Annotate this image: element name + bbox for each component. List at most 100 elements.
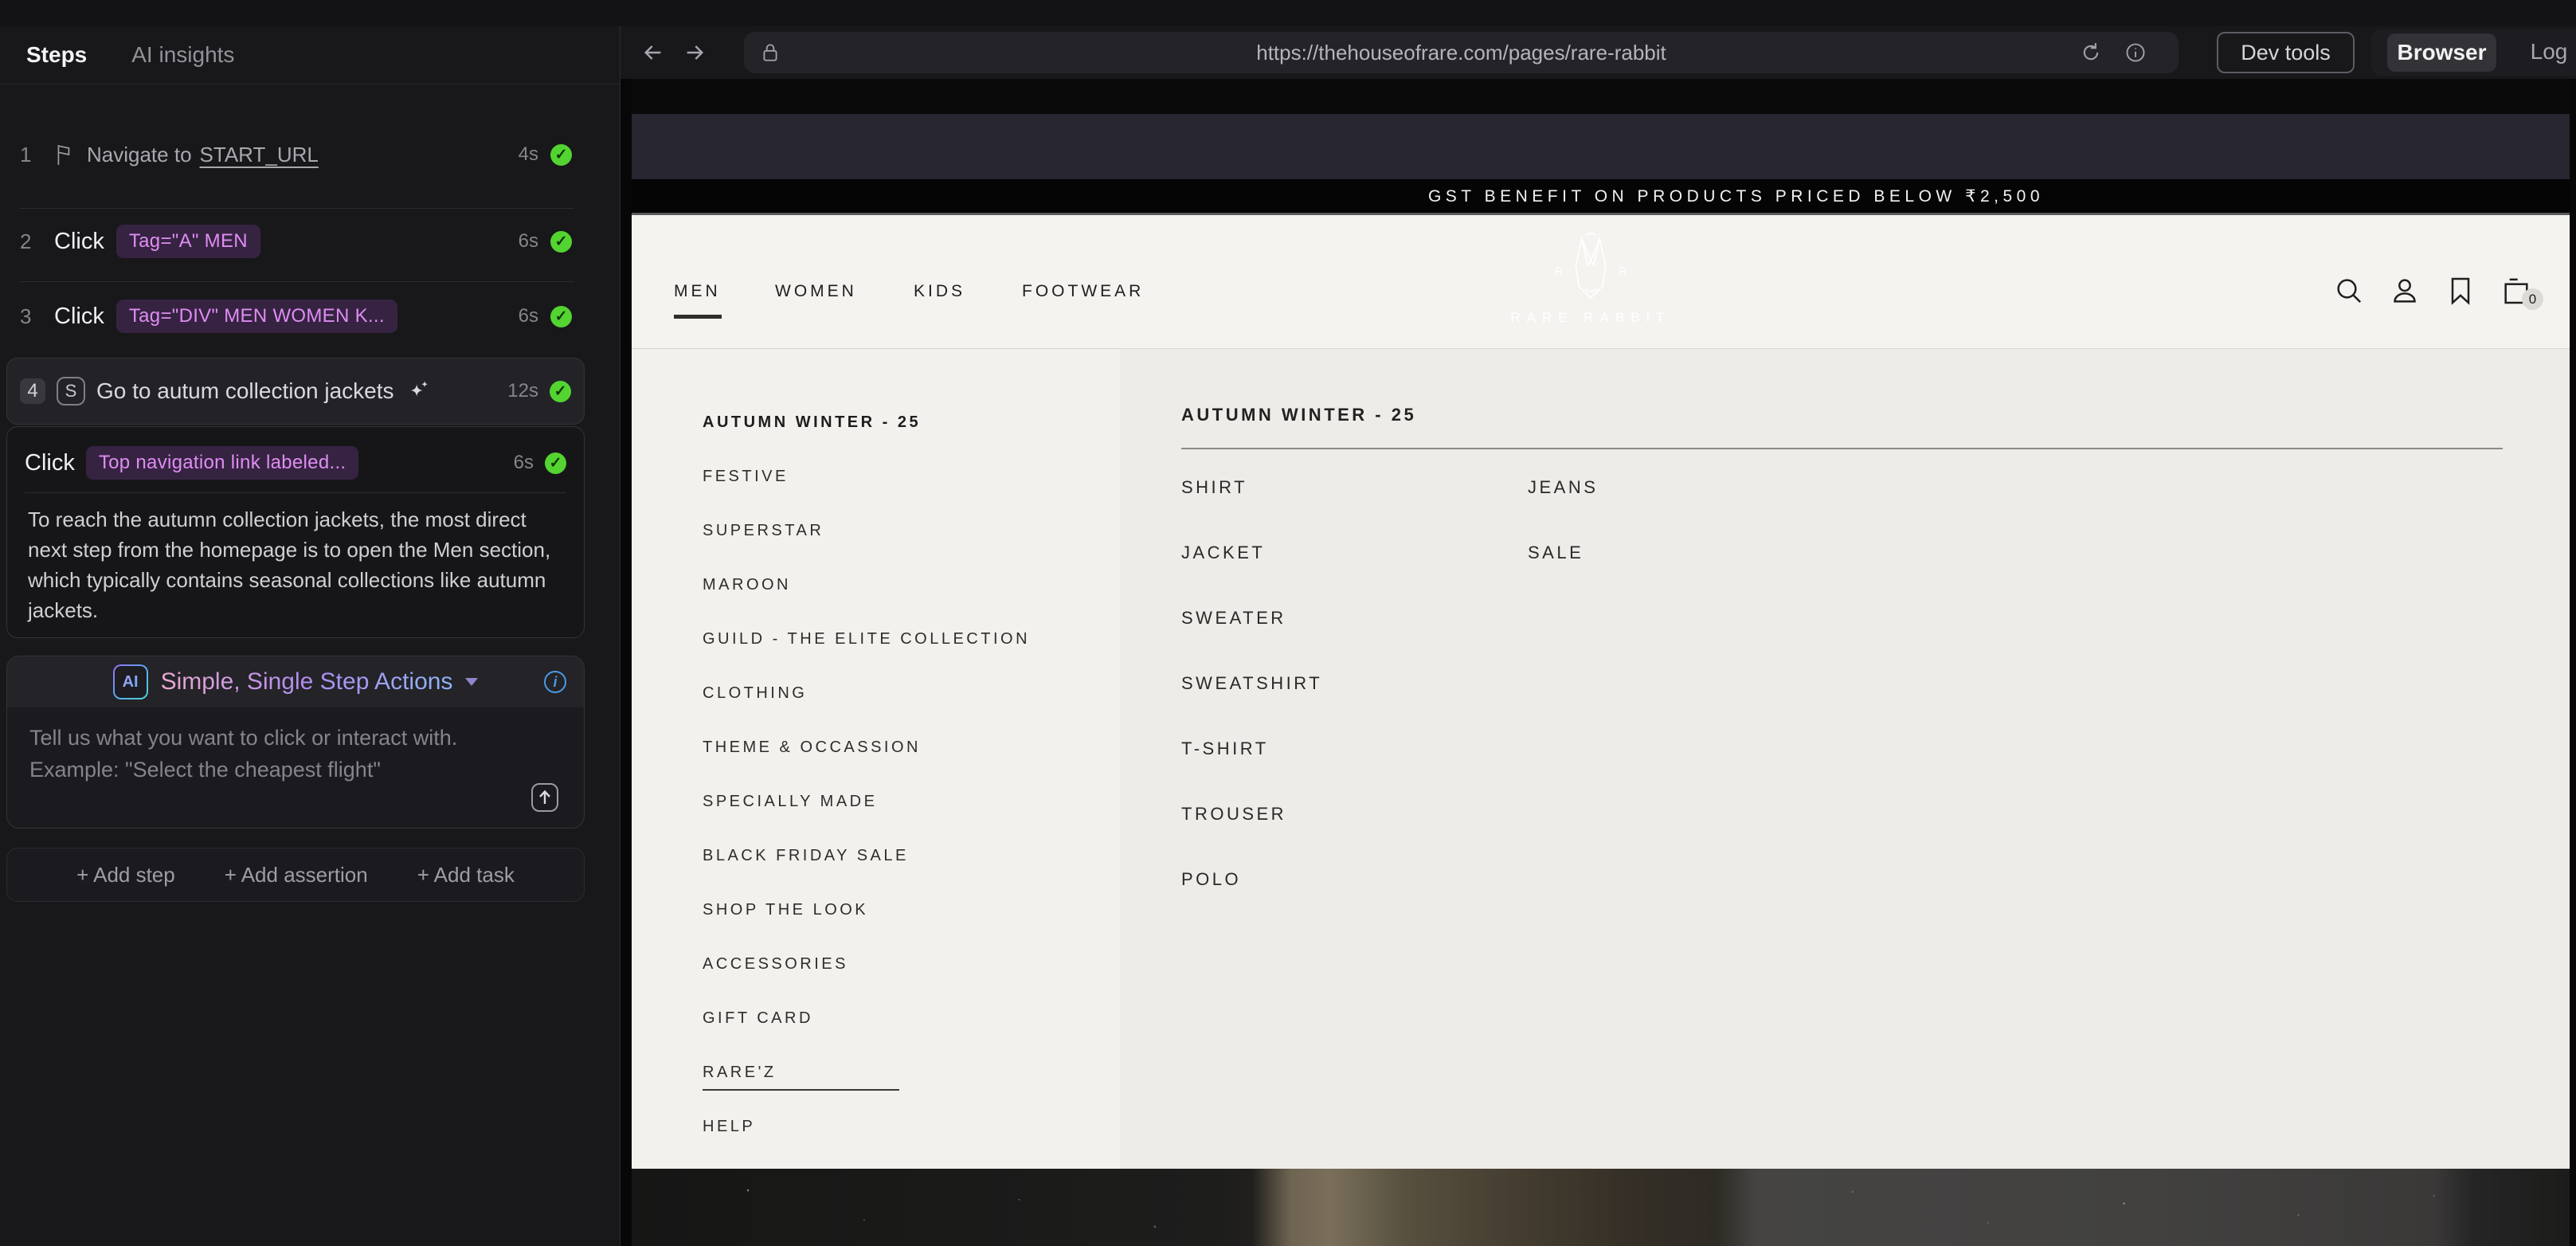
add-actions-bar: + Add step + Add assertion + Add task [6, 848, 585, 902]
step-duration: 4s [519, 143, 538, 166]
smart-step-icon: S [57, 377, 85, 406]
menu-item-clothing[interactable]: CLOTHING [703, 666, 1120, 720]
account-icon[interactable] [2389, 275, 2421, 307]
add-step-button[interactable]: + Add step [76, 863, 175, 887]
submenu-item-sweatshirt[interactable]: SWEATSHIRT [1181, 673, 1528, 739]
view-switcher: Browser Log [2371, 29, 2576, 76]
action-label: Click [54, 304, 104, 330]
dev-tools-button[interactable]: Dev tools [2217, 32, 2355, 73]
rarez-underline [703, 1089, 899, 1091]
site-page: GST BENEFIT ON PRODUCTS PRICED BELOW ₹2,… [632, 79, 2570, 1246]
start-url-link[interactable]: START_URL [200, 143, 319, 167]
ai-panel-header[interactable]: AI Simple, Single Step Actions i [7, 656, 584, 707]
success-check-icon: ✓ [550, 231, 572, 253]
ai-mode-title: Simple, Single Step Actions [161, 668, 453, 695]
menu-item-help[interactable]: HELP [703, 1099, 1120, 1154]
step-row-click-div[interactable]: 3 Click Tag="DIV" MEN WOMEN K... 6s ✓ [20, 292, 572, 340]
mega-menu: AUTUMN WINTER - 25 FESTIVE SUPERSTAR MAR… [632, 348, 2570, 1169]
step-number-badge: 4 [20, 378, 45, 404]
tab-steps[interactable]: Steps [26, 42, 87, 68]
rare-rabbit-logo[interactable]: R R RARE RABBIT [1495, 233, 1686, 326]
browser-toolbar: https://thehouseofrare.com/pages/rare-ra… [621, 26, 2576, 79]
sidebar-tabs: Steps AI insights [0, 26, 620, 84]
url-text[interactable]: https://thehouseofrare.com/pages/rare-ra… [744, 41, 2179, 65]
menu-item-shop-the-look[interactable]: SHOP THE LOOK [703, 883, 1120, 937]
ai-badge-icon: AI [113, 664, 148, 699]
menu-item-superstar[interactable]: SUPERSTAR [703, 503, 1120, 558]
cart-count-badge: 0 [2522, 288, 2543, 310]
app-window: Steps AI insights 1 Navigate to START_UR… [0, 0, 2576, 1246]
menu-item-accessories[interactable]: ACCESSORIES [703, 937, 1120, 991]
ai-action-panel: AI Simple, Single Step Actions i [6, 656, 585, 829]
selector-badge[interactable]: Tag="A" MEN [116, 225, 260, 258]
search-icon[interactable] [2333, 275, 2365, 307]
selector-badge[interactable]: Tag="DIV" MEN WOMEN K... [116, 300, 397, 333]
browser-viewport: GST BENEFIT ON PRODUCTS PRICED BELOW ₹2,… [621, 79, 2576, 1246]
menu-item-guild[interactable]: GUILD - THE ELITE COLLECTION [703, 612, 1120, 666]
submenu-item-jeans[interactable]: JEANS [1528, 477, 1874, 543]
site-nav-bar: MEN WOMEN KIDS FOOTWEAR R R RARE RABBIT [632, 215, 2570, 348]
submenu-item-tshirt[interactable]: T-SHIRT [1181, 739, 1528, 804]
menu-item-maroon[interactable]: MAROON [703, 558, 1120, 612]
step-label: Navigate to START_URL [87, 143, 319, 167]
step-duration: 6s [519, 305, 538, 327]
flag-icon [54, 143, 75, 167]
ai-instruction-input[interactable] [28, 720, 509, 811]
chevron-down-icon[interactable] [465, 678, 478, 686]
submenu-item-sweater[interactable]: SWEATER [1181, 608, 1528, 673]
divider [19, 281, 574, 282]
steps-sidebar: Steps AI insights 1 Navigate to START_UR… [0, 26, 621, 1246]
menu-item-theme-occassion[interactable]: THEME & OCCASSION [703, 720, 1120, 774]
cart-icon[interactable]: 0 [2500, 275, 2532, 307]
announcement-text: GST BENEFIT ON PRODUCTS PRICED BELOW ₹2,… [632, 186, 2570, 206]
mega-menu-subpanel: AUTUMN WINTER - 25 SHIRT JACKET SWEATER … [1120, 348, 2570, 1169]
step-number: 3 [20, 304, 42, 329]
menu-item-festive[interactable]: FESTIVE [703, 449, 1120, 503]
submenu-item-jacket[interactable]: JACKET [1181, 543, 1528, 608]
divider [1181, 448, 2503, 449]
tab-log[interactable]: Log [2513, 39, 2576, 65]
step-duration: 12s [507, 380, 538, 402]
menu-item-gift-card[interactable]: GIFT CARD [703, 991, 1120, 1045]
divider [19, 208, 574, 209]
menu-item-specially-made[interactable]: SPECIALLY MADE [703, 774, 1120, 829]
submenu-item-trouser[interactable]: TROUSER [1181, 804, 1528, 869]
nav-link-women[interactable]: WOMEN [775, 282, 857, 301]
step-row-click-men[interactable]: 2 Click Tag="A" MEN 6s ✓ [20, 217, 572, 265]
refresh-icon[interactable] [2080, 41, 2102, 69]
submenu-item-polo[interactable]: POLO [1181, 869, 1528, 934]
forward-icon[interactable] [681, 40, 708, 65]
tab-browser[interactable]: Browser [2387, 33, 2496, 72]
wishlist-bookmark-icon[interactable] [2445, 275, 2476, 307]
menu-item-rarez[interactable]: RARE'Z [703, 1045, 1120, 1099]
window-top-strip [0, 0, 2576, 27]
substep-row[interactable]: Click Top navigation link labeled... 6s … [7, 427, 584, 484]
tab-ai-insights[interactable]: AI insights [131, 42, 234, 68]
menu-item-black-friday[interactable]: BLACK FRIDAY SALE [703, 829, 1120, 883]
submenu-item-shirt[interactable]: SHIRT [1181, 477, 1528, 543]
back-icon[interactable] [640, 40, 667, 65]
success-check-icon: ✓ [550, 144, 572, 166]
url-bar[interactable]: https://thehouseofrare.com/pages/rare-ra… [744, 32, 2179, 73]
add-task-button[interactable]: + Add task [417, 863, 515, 887]
nav-link-footwear[interactable]: FOOTWEAR [1022, 282, 1144, 301]
step-number: 1 [20, 143, 42, 167]
submenu-item-sale[interactable]: SALE [1528, 543, 1874, 608]
logo-wordmark: RARE RABBIT [1495, 310, 1686, 326]
site-hero-header [632, 114, 2570, 179]
active-nav-underline [674, 315, 722, 319]
info-icon[interactable]: i [544, 671, 566, 693]
step-card-ai-task[interactable]: 4 S Go to autum collection jackets 12s ✓ [6, 358, 585, 425]
nav-link-men[interactable]: MEN [674, 282, 721, 301]
submit-arrow-button[interactable] [531, 783, 558, 812]
action-label: Click [25, 450, 75, 476]
add-assertion-button[interactable]: + Add assertion [225, 863, 368, 887]
success-check-icon: ✓ [550, 306, 572, 327]
menu-item-autumn-winter[interactable]: AUTUMN WINTER - 25 [703, 395, 1120, 449]
selector-badge[interactable]: Top navigation link labeled... [86, 446, 359, 480]
info-icon[interactable] [2124, 41, 2147, 69]
step-row-navigate[interactable]: 1 Navigate to START_URL 4s ✓ [20, 131, 572, 178]
step-text: Navigate to [87, 143, 192, 167]
nav-link-kids[interactable]: KIDS [914, 282, 965, 301]
hero-photo [632, 1169, 2570, 1246]
